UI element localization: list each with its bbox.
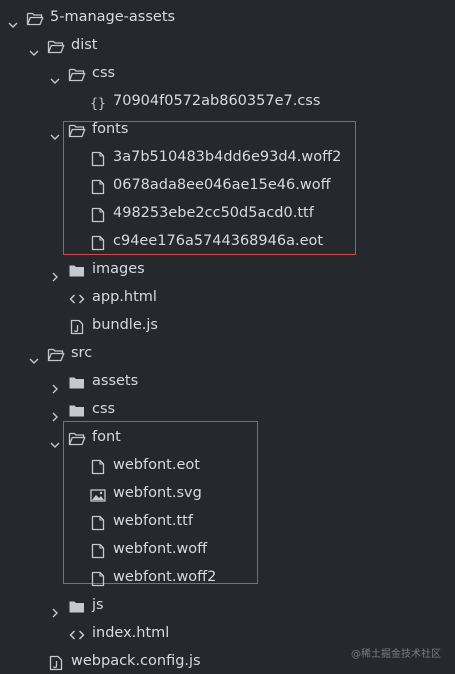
folder-row-js[interactable]: js (0, 591, 455, 619)
file-icon (89, 205, 107, 223)
file-label: 0678ada8ee046ae15e46.woff (113, 177, 331, 193)
chevron-right-icon[interactable] (50, 404, 60, 422)
file-label: 3a7b510483b4dd6e93d4.woff2 (113, 149, 342, 165)
folder-row-assets[interactable]: assets (0, 367, 455, 395)
file-row-webfont-woff2[interactable]: webfont.woff2 (0, 563, 455, 591)
chevron-down-icon[interactable] (29, 348, 39, 364)
file-row-index-html[interactable]: index.html (0, 619, 455, 647)
image-icon (89, 485, 107, 502)
folder-label: src (71, 345, 93, 361)
chevron-right-icon[interactable] (50, 600, 60, 618)
folder-row-css[interactable]: css (0, 59, 455, 87)
file-label: c94ee176a5744368946a.eot (113, 233, 324, 249)
file-explorer-tree: @稀土掘金技术社区 5-manage-assets dist css{} 70904f… (0, 0, 455, 674)
file-row-0678ada8ee046ae15e46-woff[interactable]: 0678ada8ee046ae15e46.woff (0, 171, 455, 199)
file-row-webfont-eot[interactable]: webfont.eot (0, 451, 455, 479)
js-file-icon (47, 653, 65, 671)
file-icon (89, 457, 107, 475)
file-row-70904f0572ab860357e7-css[interactable]: {} 70904f0572ab860357e7.css (0, 87, 455, 115)
chevron-right-icon[interactable] (50, 264, 60, 282)
folder-label: css (92, 65, 116, 81)
folder-label: assets (92, 373, 139, 389)
folder-open-icon (68, 121, 86, 138)
folder-icon (68, 401, 86, 417)
file-icon (89, 149, 107, 167)
folder-label: css (92, 401, 116, 417)
file-row-3a7b510483b4dd6e93d4-woff2[interactable]: 3a7b510483b4dd6e93d4.woff2 (0, 143, 455, 171)
file-row-webfont-ttf[interactable]: webfont.ttf (0, 507, 455, 535)
file-icon (89, 233, 107, 251)
folder-label: fonts (92, 121, 129, 137)
file-label: webfont.woff2 (113, 569, 217, 585)
file-label: webpack.config.js (71, 653, 201, 669)
folder-icon (68, 597, 86, 613)
folder-row-src[interactable]: src (0, 339, 455, 367)
code-icon (68, 625, 86, 641)
folder-row-fonts[interactable]: fonts (0, 115, 455, 143)
chevron-down-icon[interactable] (50, 124, 60, 140)
js-file-icon (68, 317, 86, 335)
file-label: app.html (92, 289, 157, 305)
file-label: webfont.eot (113, 457, 200, 473)
file-label: index.html (92, 625, 170, 641)
folder-open-icon (47, 37, 65, 54)
svg-text:{}: {} (90, 97, 106, 112)
chevron-down-icon[interactable] (50, 68, 60, 84)
file-icon (89, 569, 107, 587)
folder-icon (68, 261, 86, 277)
folder-label: images (92, 261, 145, 277)
folder-open-icon (68, 65, 86, 82)
file-row-webfont-woff[interactable]: webfont.woff (0, 535, 455, 563)
file-label: 498253ebe2cc50d5acd0.ttf (113, 205, 314, 221)
folder-row-font[interactable]: font (0, 423, 455, 451)
file-row-webfont-svg[interactable]: webfont.svg (0, 479, 455, 507)
folder-icon (68, 373, 86, 389)
folder-row-5-manage-assets[interactable]: 5-manage-assets (0, 3, 455, 31)
braces-icon: {} (89, 93, 107, 112)
file-icon (89, 177, 107, 195)
code-icon (68, 289, 86, 305)
file-label: 70904f0572ab860357e7.css (113, 93, 321, 109)
folder-row-images[interactable]: images (0, 255, 455, 283)
file-label: bundle.js (92, 317, 158, 333)
file-row-498253ebe2cc50d5acd0-ttf[interactable]: 498253ebe2cc50d5acd0.ttf (0, 199, 455, 227)
folder-row-css[interactable]: css (0, 395, 455, 423)
folder-label: js (92, 597, 104, 613)
chevron-down-icon[interactable] (50, 432, 60, 448)
folder-label: dist (71, 37, 98, 53)
folder-open-icon (26, 9, 44, 26)
chevron-down-icon[interactable] (29, 40, 39, 56)
chevron-down-icon[interactable] (8, 12, 18, 28)
file-row-bundle-js[interactable]: bundle.js (0, 311, 455, 339)
folder-open-icon (47, 345, 65, 362)
folder-row-dist[interactable]: dist (0, 31, 455, 59)
file-row-c94ee176a5744368946a-eot[interactable]: c94ee176a5744368946a.eot (0, 227, 455, 255)
folder-label: 5-manage-assets (50, 9, 176, 25)
folder-open-icon (68, 429, 86, 446)
chevron-right-icon[interactable] (50, 376, 60, 394)
folder-label: font (92, 429, 121, 445)
file-row-webpack-config-js[interactable]: webpack.config.js (0, 647, 455, 674)
file-icon (89, 513, 107, 531)
file-label: webfont.woff (113, 541, 208, 557)
file-icon (89, 541, 107, 559)
file-label: webfont.svg (113, 485, 202, 501)
file-label: webfont.ttf (113, 513, 193, 529)
file-row-app-html[interactable]: app.html (0, 283, 455, 311)
